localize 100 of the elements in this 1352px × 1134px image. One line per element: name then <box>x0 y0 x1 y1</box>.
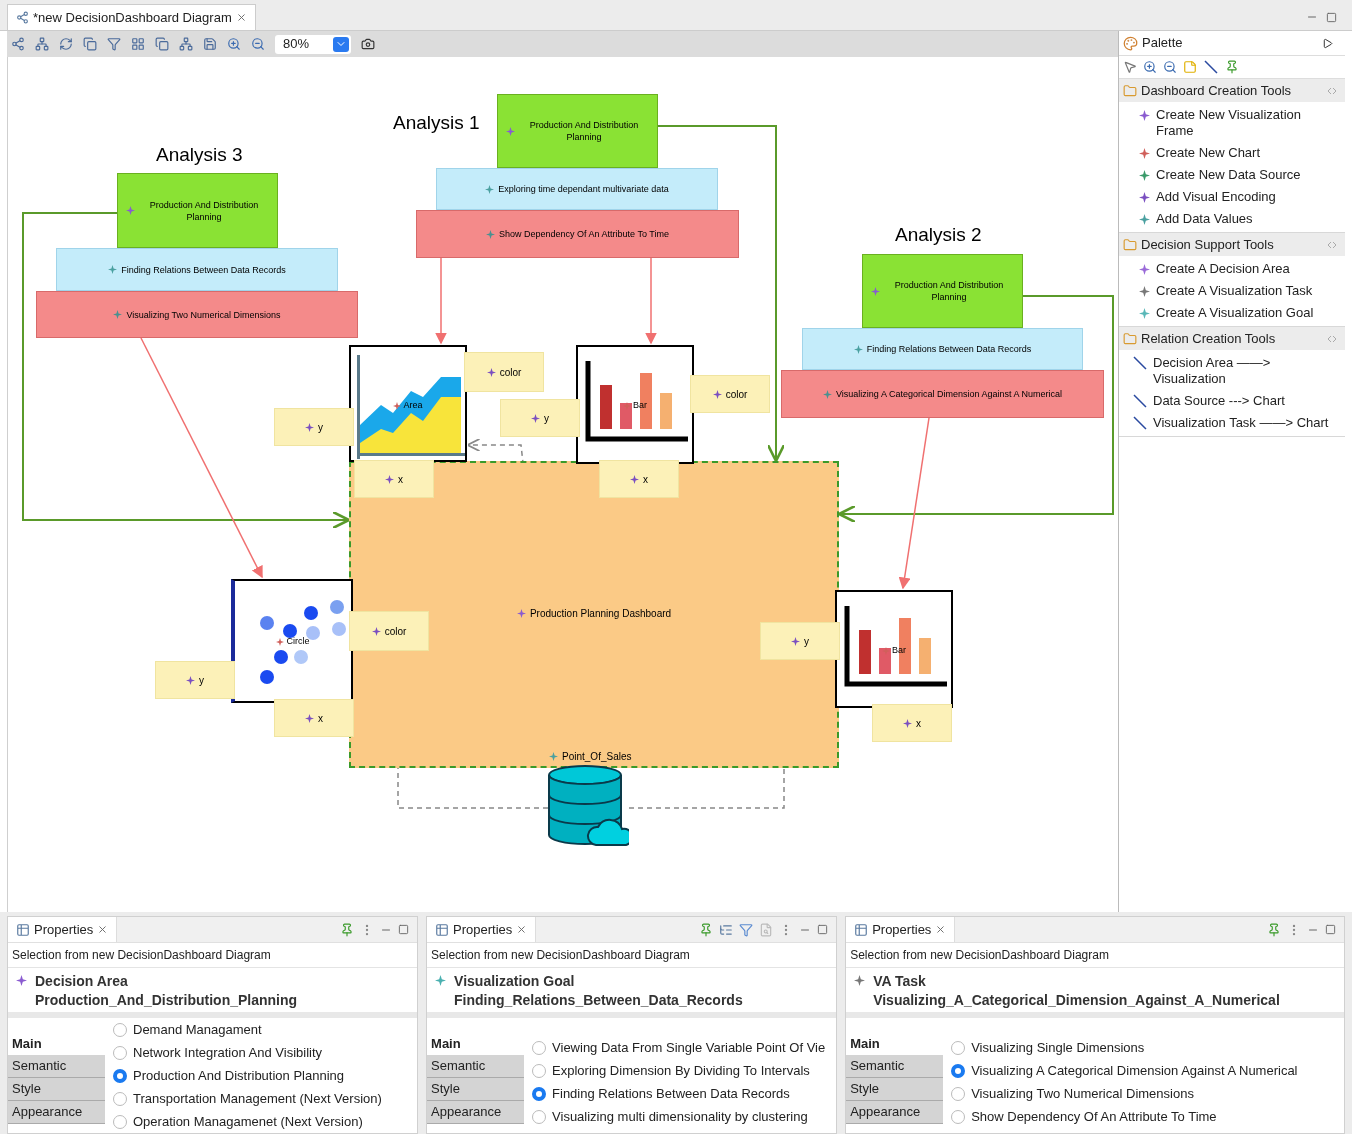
save-icon[interactable] <box>203 37 217 51</box>
filter-icon[interactable] <box>107 37 121 51</box>
sparkle-icon <box>16 975 27 986</box>
palette-item[interactable]: Create New Visualization Frame <box>1119 104 1345 142</box>
refresh-icon[interactable] <box>59 37 73 51</box>
property-tab[interactable]: Style <box>427 1078 525 1101</box>
radio-button[interactable] <box>532 1086 547 1101</box>
tree-icon[interactable] <box>719 922 734 937</box>
maximize-icon[interactable] <box>398 924 410 935</box>
radio-option[interactable]: Exploring Dimension By Dividing To Intervals <box>532 1059 826 1082</box>
connection-tool-icon[interactable] <box>1203 60 1219 74</box>
radio-option[interactable]: Operation Managamenet (Next Version) <box>113 1110 382 1133</box>
collapse-icon[interactable] <box>1327 334 1337 343</box>
pin-icon[interactable] <box>340 922 355 937</box>
properties-tab[interactable]: Properties <box>846 917 956 942</box>
palette-item-label: Create A Decision Area <box>1156 261 1290 277</box>
palette-item[interactable]: Add Visual Encoding <box>1119 186 1345 208</box>
palette-item[interactable]: Create A Visualization Goal <box>1119 302 1345 324</box>
radio-option[interactable]: Production And Distribution Planning <box>113 1064 382 1087</box>
chart-dot <box>294 650 308 664</box>
sparkle-icon <box>531 413 540 423</box>
filter-icon[interactable] <box>739 922 754 937</box>
close-icon[interactable] <box>235 12 247 23</box>
property-tab[interactable]: Appearance <box>8 1101 105 1124</box>
radio-button[interactable] <box>951 1063 966 1078</box>
property-tab[interactable]: Appearance <box>846 1101 944 1124</box>
maximize-icon[interactable] <box>817 924 829 935</box>
palette-item[interactable]: Create A Decision Area <box>1119 258 1345 280</box>
palette-group-header[interactable]: Dashboard Creation Tools <box>1119 79 1345 102</box>
sparkle-icon <box>393 401 402 410</box>
radio-option[interactable]: Visualizing Single Dimensions <box>951 1036 1298 1059</box>
radio-button[interactable] <box>113 1045 127 1060</box>
close-icon[interactable] <box>97 924 109 935</box>
pin-icon[interactable] <box>1267 922 1281 937</box>
radio-option[interactable]: Finding Relations Between Data Records <box>532 1082 826 1105</box>
close-icon[interactable] <box>935 924 947 935</box>
radio-option[interactable]: Demand Managament <box>113 1018 382 1041</box>
properties-tab[interactable]: Properties <box>427 917 537 942</box>
network-icon[interactable] <box>179 37 193 51</box>
palette-item-label: Add Visual Encoding <box>1156 189 1276 205</box>
radio-option[interactable]: Visualizing A Categorical Dimension Against A Numerical <box>951 1059 1298 1082</box>
close-icon[interactable] <box>516 924 528 935</box>
radio-button[interactable] <box>113 1091 127 1106</box>
select-tool-icon[interactable] <box>1123 60 1137 74</box>
network-icon[interactable] <box>35 37 49 51</box>
palette-group-header[interactable]: Decision Support Tools <box>1119 233 1345 256</box>
palette-item[interactable]: Create A Visualization Task <box>1119 280 1345 302</box>
radio-option[interactable]: Network Integration And Visibility <box>113 1041 382 1064</box>
palette-item[interactable]: Visualization Task ——> Chart <box>1119 412 1345 434</box>
radio-option[interactable]: Visualizing Two Numerical Dimensions <box>951 1082 1298 1105</box>
property-tab[interactable]: Semantic <box>427 1055 525 1078</box>
palette-item[interactable]: Create New Data Source <box>1119 164 1345 186</box>
radio-option[interactable]: Viewing Data From Single Variable Point Of Vie <box>532 1036 826 1059</box>
copy-icon[interactable] <box>83 37 97 51</box>
selection-caption: Selection from new DecisionDashboard Diagram <box>8 943 418 968</box>
radio-button[interactable] <box>113 1022 127 1037</box>
radio-button[interactable] <box>951 1109 966 1124</box>
collapse-icon[interactable] <box>1327 240 1337 249</box>
zoom-out-icon[interactable] <box>251 37 265 51</box>
zoom-in-icon[interactable] <box>1143 60 1157 74</box>
radio-button[interactable] <box>532 1109 547 1124</box>
radio-button[interactable] <box>532 1040 547 1055</box>
radio-button[interactable] <box>951 1040 966 1055</box>
pin-icon[interactable] <box>1225 60 1239 74</box>
zoom-out-icon[interactable] <box>1163 60 1177 74</box>
zoom-in-icon[interactable] <box>227 37 241 51</box>
option-label: Production And Distribution Planning <box>133 1066 345 1085</box>
pin-icon[interactable] <box>699 922 714 937</box>
palette-item[interactable]: Add Data Values <box>1119 208 1345 230</box>
property-tab[interactable]: Style <box>846 1078 944 1101</box>
radio-button[interactable] <box>532 1063 547 1078</box>
collapse-icon[interactable] <box>1327 86 1337 95</box>
option-label: Show Dependency Of An Attribute To Time <box>971 1107 1217 1126</box>
radio-button[interactable] <box>113 1114 127 1129</box>
property-tab[interactable]: Semantic <box>8 1055 105 1078</box>
radio-option[interactable]: Transportation Management (Next Version) <box>113 1087 382 1110</box>
property-tab[interactable]: Appearance <box>427 1101 525 1124</box>
radio-button[interactable] <box>951 1086 966 1101</box>
palette-item[interactable]: Data Source ---> Chart <box>1119 390 1345 412</box>
maximize-icon[interactable] <box>1326 11 1337 23</box>
sparkle-icon <box>854 975 866 986</box>
camera-icon[interactable] <box>361 37 375 51</box>
diagram-icon[interactable] <box>11 37 25 51</box>
grid-icon[interactable] <box>131 37 145 51</box>
property-tab[interactable]: Semantic <box>846 1055 944 1078</box>
expand-icon[interactable] <box>1322 37 1333 49</box>
radio-button[interactable] <box>113 1068 127 1083</box>
palette-item[interactable]: Decision Area ——> Visualization <box>1119 352 1345 390</box>
note-icon[interactable] <box>1183 60 1197 74</box>
palette-group-header[interactable]: Relation Creation Tools <box>1119 327 1345 350</box>
radio-option[interactable]: Show Dependency Of An Attribute To Time <box>951 1105 1298 1128</box>
property-tab[interactable]: Style <box>8 1078 105 1101</box>
maximize-icon[interactable] <box>1325 924 1336 935</box>
editor-tab[interactable]: *new DecisionDashboard Diagram <box>7 4 256 30</box>
copy-icon[interactable] <box>155 37 169 51</box>
radio-option[interactable]: Visualizing multi dimensionality by clustering <box>532 1105 826 1128</box>
zoom-field[interactable]: 80% <box>275 34 351 54</box>
palette-item[interactable]: Create New Chart <box>1119 142 1345 164</box>
properties-tab[interactable]: Properties <box>8 917 118 942</box>
search-icon[interactable] <box>759 922 774 937</box>
